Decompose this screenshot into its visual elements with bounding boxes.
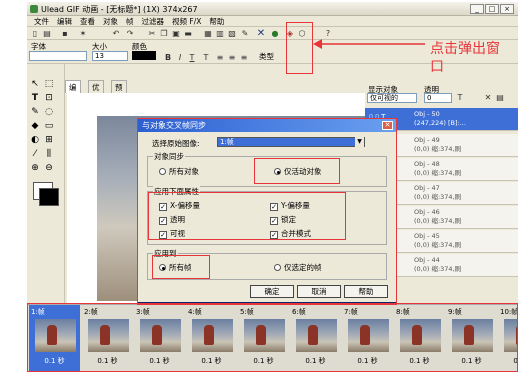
object-row-info: (0,0) 缩:374,刷 xyxy=(414,169,462,177)
close-button[interactable]: × xyxy=(500,4,514,14)
menu-edit[interactable]: 编辑 xyxy=(57,16,72,27)
text-style-icon[interactable]: T xyxy=(201,53,211,63)
opacity-field[interactable]: 0 xyxy=(424,93,452,103)
new-icon[interactable]: ▯ xyxy=(30,29,40,39)
brush-tool-icon[interactable]: ✎ xyxy=(29,106,41,118)
bold-icon[interactable]: B xyxy=(163,53,173,63)
align-center-icon[interactable]: ≡ xyxy=(227,53,237,63)
menu-object[interactable]: 对象 xyxy=(103,16,118,27)
annotation-text: 点击弹出窗 口 xyxy=(430,40,516,76)
size-select[interactable]: 13 xyxy=(92,51,128,61)
align-right-icon[interactable]: ≡ xyxy=(239,53,249,63)
tween-icon[interactable]: ● xyxy=(270,29,280,39)
object-row-name: Obj - 45 xyxy=(414,232,440,240)
object-row-info: (247,224) [B]:... xyxy=(414,119,466,127)
menu-file[interactable]: 文件 xyxy=(34,16,49,27)
panel-text-icon[interactable]: T xyxy=(455,93,465,103)
menu-view[interactable]: 查看 xyxy=(80,16,95,27)
redo-icon[interactable]: ↷ xyxy=(125,29,135,39)
font-select[interactable] xyxy=(29,51,87,61)
wizard-icon[interactable]: ✶ xyxy=(78,29,88,39)
active-objects-highlight xyxy=(254,158,340,184)
filmstrip-highlight xyxy=(27,303,518,372)
style-label: 类型 xyxy=(259,52,274,61)
panel-properties-icon[interactable]: ▤ xyxy=(495,93,505,103)
object-row-name: Obj - 50 xyxy=(414,110,440,118)
app-icon xyxy=(30,5,38,13)
object-row-name: Obj - 46 xyxy=(414,208,440,216)
eyedropper-tool-icon[interactable]: ⁄ xyxy=(29,148,41,160)
add-frame-icon[interactable]: ▧ xyxy=(227,29,237,39)
annotation-line-1: 点击弹出窗 xyxy=(430,41,500,57)
tab-preview[interactable]: 预览 xyxy=(111,80,127,105)
italic-icon[interactable]: I xyxy=(175,53,185,63)
crop-tool-icon[interactable]: ⊡ xyxy=(43,92,55,104)
zoom-in-icon[interactable]: ⊕ xyxy=(29,162,41,174)
menu-bar: 文件 编辑 查看 对象帧过滤器 视频 F/X 帮助 xyxy=(27,16,518,27)
attributes-highlight xyxy=(148,192,346,240)
transform-tool-icon[interactable]: ⊞ xyxy=(43,134,55,146)
fill-tool-icon[interactable]: ◐ xyxy=(29,134,41,146)
annotation-arrow xyxy=(313,39,425,49)
window-title: Ulead GIF 动画 - [无标题*] (1X) 374x267 xyxy=(41,5,198,14)
cut-icon[interactable]: ✂ xyxy=(147,29,157,39)
object-row-name: Obj - 48 xyxy=(414,160,440,168)
title-bar: Ulead GIF 动画 - [无标题*] (1X) 374x267 _ □ × xyxy=(27,2,518,16)
menu-filter[interactable]: 过滤器 xyxy=(142,16,165,27)
all-frames-highlight xyxy=(152,255,210,279)
tool-palette: ↖ ⬚ T ⊡ ✎ ◌ ◆ ▭ ◐ ⊞ ⁄ ⫼ ⊕ ⊖ xyxy=(27,64,65,304)
text-tool-icon[interactable]: T xyxy=(29,92,41,104)
annotation-line-2: 口 xyxy=(430,59,444,75)
object-row-name: Obj - 44 xyxy=(414,256,440,264)
text-color-swatch[interactable] xyxy=(132,51,156,60)
menu-frame[interactable]: 帧 xyxy=(126,16,134,27)
select-tool-icon[interactable]: ⬚ xyxy=(43,78,55,90)
object-row-name: Obj - 49 xyxy=(414,136,440,144)
object-row-info: (0,0) 缩:374,刷 xyxy=(414,265,462,273)
show-objects-select[interactable]: 仅可视的 xyxy=(367,93,417,103)
stroke-tool-icon[interactable]: ⫼ xyxy=(43,148,55,160)
delete-icon[interactable]: ▬ xyxy=(183,29,193,39)
lasso-tool-icon[interactable]: ◌ xyxy=(43,106,55,118)
paint-tool-icon[interactable]: ◆ xyxy=(29,120,41,132)
open-icon[interactable]: ▤ xyxy=(42,29,52,39)
object-row-info: (0,0) 缩:374,刷 xyxy=(414,241,462,249)
minimize-button[interactable]: _ xyxy=(470,4,484,14)
eraser-tool-icon[interactable]: ▭ xyxy=(43,120,55,132)
panel-delete-icon[interactable]: ✕ xyxy=(483,93,493,103)
object-row-info: (0,0) 缩:374,刷 xyxy=(414,193,462,201)
pen-icon[interactable]: ✎ xyxy=(240,29,250,39)
menu-help[interactable]: 帮助 xyxy=(209,16,224,27)
object-row-info: (0,0) 缩:374,刷 xyxy=(414,217,462,225)
paste-icon[interactable]: ▣ xyxy=(171,29,181,39)
object-row-info: (0,0) 缩:374,刷 xyxy=(414,145,462,153)
undo-icon[interactable]: ↶ xyxy=(111,29,121,39)
foreground-color-swatch[interactable] xyxy=(39,188,59,206)
sync-objects-icon[interactable]: ✕ xyxy=(256,29,266,39)
copy-frame-icon[interactable]: ▥ xyxy=(215,29,225,39)
save-icon[interactable]: ▪ xyxy=(60,29,70,39)
align-left-icon[interactable]: ≡ xyxy=(215,53,225,63)
pointer-tool-icon[interactable]: ↖ xyxy=(29,78,41,90)
copy-icon[interactable]: ❐ xyxy=(159,29,169,39)
tab-optimize[interactable]: 优化 xyxy=(88,80,104,105)
menu-video-fx[interactable]: 视频 F/X xyxy=(172,16,201,27)
zoom-out-icon[interactable]: ⊖ xyxy=(43,162,55,174)
frame-properties-icon[interactable]: ▦ xyxy=(203,29,213,39)
tab-edit[interactable]: 编辑 xyxy=(65,80,81,105)
underline-icon[interactable]: T xyxy=(187,53,197,63)
main-toolbar: ▯ ▤ ▪ ✶ ↶ ↷ ✂ ❐ ▣ ▬ ▦ ▥ ▧ ✎ ✕ ● ◈ ⬡ ? xyxy=(27,28,518,40)
object-row-name: Obj - 47 xyxy=(414,184,440,192)
maximize-button[interactable]: □ xyxy=(485,4,499,14)
